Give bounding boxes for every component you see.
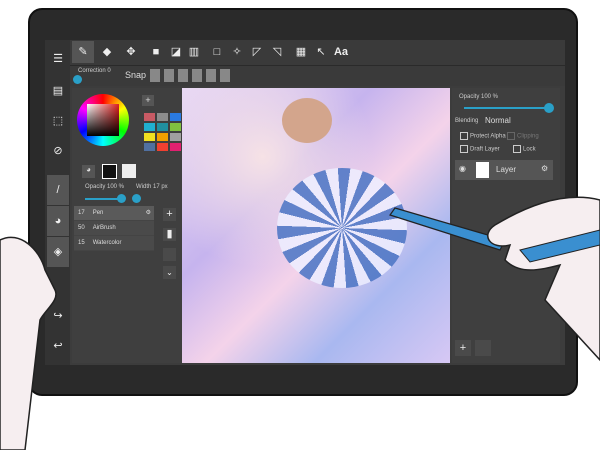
right-hand — [487, 196, 600, 362]
stylus-pen — [389, 207, 506, 251]
left-hand — [0, 236, 57, 450]
hands-illustration — [0, 196, 600, 450]
